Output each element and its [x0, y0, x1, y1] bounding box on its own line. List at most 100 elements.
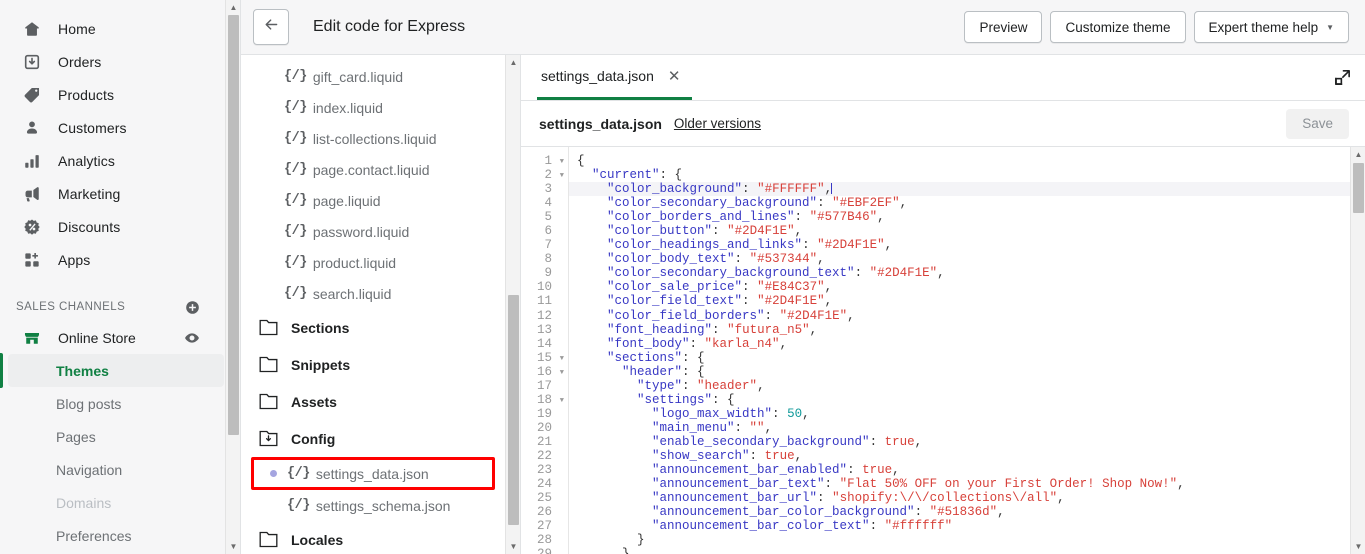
- sidebar-item-analytics[interactable]: Analytics: [0, 144, 240, 177]
- scroll-up-arrow-icon[interactable]: ▲: [226, 0, 240, 15]
- scrollbar-thumb[interactable]: [508, 295, 519, 525]
- tree-file-gift-card[interactable]: {/} gift_card.liquid: [241, 61, 520, 92]
- expert-theme-help-button[interactable]: Expert theme help ▼: [1193, 11, 1349, 43]
- tab-settings-data-json[interactable]: settings_data.json ✕: [537, 55, 693, 100]
- scroll-up-arrow-icon[interactable]: ▲: [1351, 147, 1365, 162]
- scroll-down-arrow-icon[interactable]: ▼: [1351, 539, 1365, 554]
- code-line[interactable]: {: [577, 154, 1365, 168]
- code-line[interactable]: }: [577, 533, 1365, 547]
- line-number: 13: [536, 322, 552, 337]
- sidebar-item-products[interactable]: Products: [0, 78, 240, 111]
- tree-file-password[interactable]: {/} password.liquid: [241, 216, 520, 247]
- scroll-down-arrow-icon[interactable]: ▼: [226, 539, 240, 554]
- code-content[interactable]: { "current": { "color_background": "#FFF…: [569, 147, 1365, 554]
- scrollbar-thumb[interactable]: [1353, 163, 1364, 213]
- code-line[interactable]: "current": {: [577, 168, 1365, 182]
- code-line[interactable]: "sections": {: [577, 351, 1365, 365]
- sidebar-item-navigation[interactable]: Navigation: [8, 453, 224, 486]
- save-button[interactable]: Save: [1286, 108, 1349, 139]
- sidebar-item-themes[interactable]: Themes: [0, 353, 224, 388]
- code-line[interactable]: "enable_secondary_background": true,: [577, 435, 1365, 449]
- sidebar-item-discounts[interactable]: Discounts: [0, 210, 240, 243]
- code-token-pun: ,: [899, 196, 908, 211]
- tree-folder-config[interactable]: Config: [241, 420, 520, 457]
- json-file-icon: {/}: [287, 498, 310, 513]
- eye-icon[interactable]: [182, 328, 202, 348]
- code-line[interactable]: "announcement_bar_url": "shopify:\/\/col…: [577, 491, 1365, 505]
- code-line[interactable]: "color_headings_and_links": "#2D4F1E",: [577, 238, 1365, 252]
- fold-toggle-icon[interactable]: ▼: [560, 366, 564, 380]
- tree-file-settings-schema-json[interactable]: {/} settings_schema.json: [241, 490, 520, 521]
- code-line[interactable]: "color_button": "#2D4F1E",: [577, 224, 1365, 238]
- sidebar-item-preferences[interactable]: Preferences: [8, 519, 224, 552]
- file-tree-scrollbar[interactable]: ▲ ▼: [505, 55, 520, 554]
- code-line[interactable]: },: [577, 547, 1365, 554]
- close-icon[interactable]: ✕: [668, 69, 681, 84]
- tree-file-label: index.liquid: [312, 99, 383, 116]
- code-token-key: "color_borders_and_lines": [607, 210, 795, 225]
- code-token-pun: ,: [937, 266, 945, 281]
- code-line[interactable]: "color_field_borders": "#2D4F1E",: [577, 309, 1365, 323]
- sidebar-item-label: Home: [58, 20, 96, 37]
- tree-file-list-collections[interactable]: {/} list-collections.liquid: [241, 123, 520, 154]
- tree-file-page-contact[interactable]: {/} page.contact.liquid: [241, 154, 520, 185]
- fold-toggle-icon[interactable]: ▼: [560, 352, 564, 366]
- sidebar-item-marketing[interactable]: Marketing: [0, 177, 240, 210]
- scroll-up-arrow-icon[interactable]: ▲: [506, 55, 520, 70]
- fold-toggle-icon[interactable]: ▼: [560, 169, 564, 183]
- code-line[interactable]: "font_body": "karla_n4",: [577, 337, 1365, 351]
- code-token-pun: [577, 182, 607, 196]
- sidebar-item-domains[interactable]: Domains: [8, 486, 224, 519]
- sidebar-scrollbar[interactable]: ▲ ▼: [225, 0, 240, 554]
- tree-file-index[interactable]: {/} index.liquid: [241, 92, 520, 123]
- code-line[interactable]: "settings": {: [577, 393, 1365, 407]
- code-line-active[interactable]: "color_background": "#FFFFFF",: [569, 182, 1365, 197]
- code-line[interactable]: "main_menu": "",: [577, 421, 1365, 435]
- code-editor[interactable]: 1 ▼ 2 ▼ 3 4 5 6 7 8 9 10 11 12 13 14 15 ▼ 16 ▼ 17 18 ▼ 19 20 21 22…: [521, 147, 1365, 554]
- code-line[interactable]: "announcement_bar_color_text": "#ffffff": [577, 519, 1365, 533]
- tree-folder-assets[interactable]: Assets: [241, 383, 520, 420]
- sidebar-item-customers[interactable]: Customers: [0, 111, 240, 144]
- code-line[interactable]: "color_secondary_background": "#EBF2EF",: [577, 196, 1365, 210]
- plus-circle-icon[interactable]: [182, 297, 202, 317]
- code-token-pun: }: [577, 533, 645, 548]
- sidebar-item-home[interactable]: Home: [0, 12, 240, 45]
- back-button[interactable]: [253, 9, 289, 45]
- code-line[interactable]: "color_sale_price": "#E84C37",: [577, 280, 1365, 294]
- code-token-key: "announcement_bar_url": [652, 491, 818, 506]
- sidebar-item-orders[interactable]: Orders: [0, 45, 240, 78]
- code-line[interactable]: "color_secondary_background_text": "#2D4…: [577, 266, 1365, 280]
- code-line[interactable]: "announcement_bar_color_background": "#5…: [577, 505, 1365, 519]
- sidebar-item-pages[interactable]: Pages: [8, 420, 224, 453]
- code-line[interactable]: "type": "header",: [577, 379, 1365, 393]
- code-line[interactable]: "announcement_bar_text": "Flat 50% OFF o…: [577, 477, 1365, 491]
- tree-file-page[interactable]: {/} page.liquid: [241, 185, 520, 216]
- code-line[interactable]: "logo_max_width": 50,: [577, 407, 1365, 421]
- code-line[interactable]: "color_borders_and_lines": "#577B46",: [577, 210, 1365, 224]
- line-number: 14: [536, 336, 552, 351]
- tree-file-settings-data-json[interactable]: {/} settings_data.json: [251, 457, 495, 490]
- tree-file-product[interactable]: {/} product.liquid: [241, 247, 520, 278]
- sidebar-item-blog-posts[interactable]: Blog posts: [8, 387, 224, 420]
- sidebar-item-apps[interactable]: Apps: [0, 243, 240, 276]
- code-line[interactable]: "show_search": true,: [577, 449, 1365, 463]
- code-line[interactable]: "header": {: [577, 365, 1365, 379]
- fold-toggle-icon[interactable]: ▼: [560, 394, 564, 408]
- customize-theme-button[interactable]: Customize theme: [1050, 11, 1186, 43]
- code-line[interactable]: "font_heading": "futura_n5",: [577, 323, 1365, 337]
- code-line[interactable]: "announcement_bar_enabled": true,: [577, 463, 1365, 477]
- scroll-down-arrow-icon[interactable]: ▼: [506, 539, 520, 554]
- scrollbar-thumb[interactable]: [228, 15, 239, 435]
- expand-icon[interactable]: [1319, 55, 1365, 100]
- older-versions-link[interactable]: Older versions: [674, 116, 761, 131]
- tree-file-search[interactable]: {/} search.liquid: [241, 278, 520, 309]
- preview-button[interactable]: Preview: [964, 11, 1043, 43]
- tree-folder-sections[interactable]: Sections: [241, 309, 520, 346]
- code-line[interactable]: "color_field_text": "#2D4F1E",: [577, 294, 1365, 308]
- sidebar-item-online-store[interactable]: Online Store: [0, 322, 240, 354]
- editor-scrollbar[interactable]: ▲ ▼: [1350, 147, 1365, 554]
- code-line[interactable]: "color_body_text": "#537344",: [577, 252, 1365, 266]
- tree-folder-locales[interactable]: Locales: [241, 521, 520, 554]
- tree-folder-snippets[interactable]: Snippets: [241, 346, 520, 383]
- fold-toggle-icon[interactable]: ▼: [560, 155, 564, 169]
